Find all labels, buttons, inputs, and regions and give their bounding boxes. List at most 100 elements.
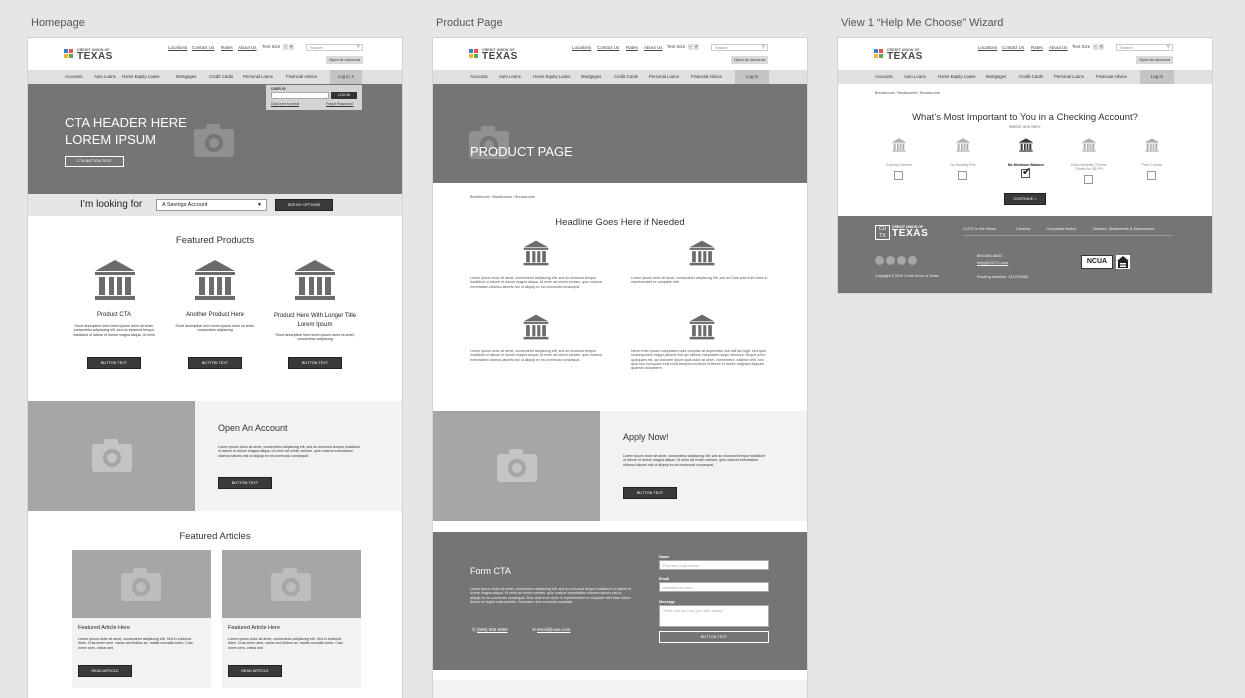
message-field[interactable]: What can we help you with today? [659,605,769,627]
option-checkbox[interactable] [1147,171,1156,180]
product-button[interactable]: BUTTON TEXT [87,357,141,369]
footer-link-news[interactable]: CUTX In the News [963,226,996,231]
social-icon[interactable] [875,256,884,265]
about-link[interactable]: About Us [238,45,257,50]
text-size-minus-button[interactable]: - [1092,44,1098,50]
nav-credit-cards[interactable]: Credit Cards [209,70,233,84]
social-icon[interactable] [908,256,917,265]
locations-link[interactable]: Locations [978,45,997,50]
nav-accounts[interactable]: Accounts [470,70,488,84]
breadcrumb[interactable]: Breadcrumb / Breadcrumb / Breadcrumb [470,195,535,199]
article-title: Featured Article Here [78,625,130,631]
nav-personal-loans[interactable]: Personal Loans [1054,70,1084,84]
social-icon[interactable] [886,256,895,265]
nav-auto-loans[interactable]: Auto Loans [904,70,926,84]
nav-auto-loans[interactable]: Auto Loans [499,70,521,84]
homepage-board-label: Homepage [31,17,85,29]
copyright: Copyright © 2019 Credit Union of Texas [875,274,939,278]
nav-financial-advice[interactable]: Financial Advice [286,70,317,84]
rates-link[interactable]: Rates [221,45,233,50]
about-link[interactable]: About Us [1049,45,1068,50]
brand-logo[interactable]: CREDIT UNION OF TEXAS [469,48,521,62]
routing-number: Routing Number: 311274982 [977,274,1029,279]
nav-mortgages[interactable]: Mortgages [581,70,601,84]
locations-link[interactable]: Locations [572,45,591,50]
nav-financial-advice[interactable]: Financial Advice [691,70,722,84]
nav-accounts[interactable]: Accounts [875,70,893,84]
nav-login[interactable]: Log In [735,70,769,84]
nav-personal-loans[interactable]: Personal Loans [243,70,273,84]
nav-accounts[interactable]: Accounts [65,70,83,84]
option-checkbox[interactable] [894,171,903,180]
brand-logo[interactable]: CREDIT UNION OF TEXAS [64,48,116,62]
text-size-minus-button[interactable]: - [282,44,288,50]
open-account-button-cta[interactable]: BUTTON TEXT [218,477,272,489]
email-field[interactable]: email@cutx.com [659,582,769,592]
about-link[interactable]: About Us [644,45,663,50]
text-size-control: Text Size - + [262,44,294,50]
social-icon[interactable] [897,256,906,265]
text-size-plus-button[interactable]: + [1098,44,1104,50]
option-checkbox[interactable] [1084,175,1093,184]
nav-credit-cards[interactable]: Credit Cards [614,70,638,84]
search-input[interactable]: Search ⚲ [711,44,768,51]
see-options-button[interactable]: SEE MY OPTIONS [275,199,333,211]
login-button[interactable]: LOG IN [331,92,357,99]
nav-auto-loans[interactable]: Auto Loans [94,70,116,84]
user-id-input[interactable] [271,92,329,99]
apply-button[interactable]: BUTTON TEXT [623,487,677,499]
read-article-button[interactable]: READ ARTICLE [78,665,132,677]
camera-icon [271,568,311,601]
footer-link-careers[interactable]: Careers [1016,226,1030,231]
phone-contact[interactable]: ✆ (555) 555 5555 [472,627,508,633]
footer-phone[interactable]: 800-880-8800 [977,253,1002,258]
footer-logo[interactable]: CU TX CREDIT UNION OF TEXAS [875,225,935,243]
hero-cta-button[interactable]: CTA BUTTON TEXT [65,156,124,167]
product-button[interactable]: BUTTON TEXT [288,357,342,369]
forgot-password-link[interactable]: Forgot Password? [326,102,354,106]
breadcrumb[interactable]: Breadcrumb / Breadcrumb / Breadcrumb [875,91,940,95]
camera-icon [92,439,132,472]
nav-home-equity[interactable]: Home Equity Loans [533,70,571,84]
account-type-select[interactable]: A Savings Account ▼ [156,199,267,211]
name-field[interactable]: First and Last Name [659,560,769,570]
nav-home-equity[interactable]: Home Equity Loans [938,70,976,84]
product-button[interactable]: BUTTON TEXT [188,357,242,369]
brand-logo[interactable]: CREDIT UNION OF TEXAS [874,48,926,62]
nav-home-equity[interactable]: Home Equity Loans [122,70,160,84]
feature-text: Lorem ipsum dolor sit amet, consectetur … [470,349,602,362]
nav-credit-cards[interactable]: Credit Cards [1019,70,1043,84]
text-size-minus-button[interactable]: - [687,44,693,50]
nav-financial-advice[interactable]: Financial Advice [1096,70,1127,84]
nav-mortgages[interactable]: Mortgages [986,70,1006,84]
email-contact[interactable]: ✉ email@cutx.com [532,627,570,633]
footer-link-notices[interactable]: Notices, Statements & Disclosures [1093,226,1154,231]
footer-email[interactable]: help@CUTX.com [977,260,1008,265]
nav-login[interactable]: Log In [1140,70,1174,84]
rates-link[interactable]: Rates [626,45,638,50]
open-account-button[interactable]: Open An Account [731,56,768,64]
form-submit-button[interactable]: BUTTON TEXT [659,631,769,643]
nav-login[interactable]: Log In ∧ [330,70,362,84]
open-account-button[interactable]: Open An Account [326,56,363,64]
text-size-plus-button[interactable]: + [288,44,294,50]
nav-personal-loans[interactable]: Personal Loans [649,70,679,84]
continue-button[interactable]: CONTINUE > [1004,193,1046,205]
locations-link[interactable]: Locations [168,45,187,50]
rates-link[interactable]: Rates [1031,45,1043,50]
search-input[interactable]: Search ⚲ [306,44,363,51]
read-article-button[interactable]: READ ARTICLE [228,665,282,677]
option-checkbox-checked[interactable]: ✔ [1021,166,1031,178]
nav-mortgages[interactable]: Mortgages [176,70,196,84]
option-label: Extra Benefits (Theme Tickets for $5 PP) [1071,163,1107,172]
open-account-button[interactable]: Open An Account [1136,56,1173,64]
contact-link[interactable]: Contact Us [1002,45,1024,50]
contact-link[interactable]: Contact Us [192,45,214,50]
equal-housing-icon [1116,255,1130,269]
enroll-link[interactable]: Click here to enroll [271,102,299,106]
option-checkbox[interactable] [958,171,967,180]
text-size-plus-button[interactable]: + [693,44,699,50]
search-input[interactable]: Search ⚲ [1116,44,1173,51]
footer-link-complaint[interactable]: Complaint Notice [1046,226,1076,231]
contact-link[interactable]: Contact Us [597,45,619,50]
